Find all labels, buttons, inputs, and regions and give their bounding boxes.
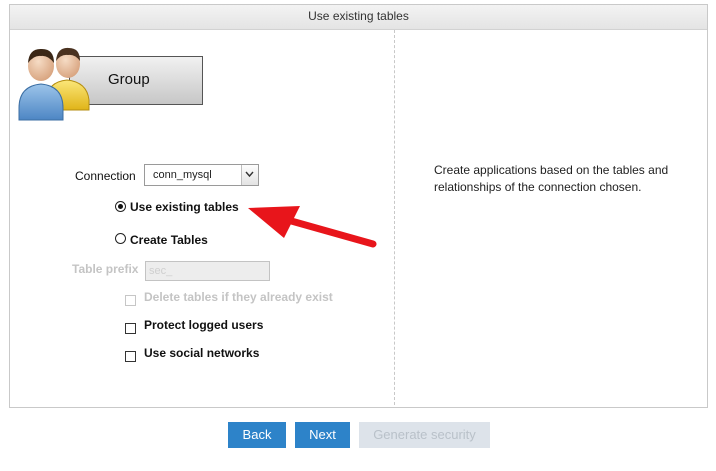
create-tables-label: Create Tables (130, 233, 208, 247)
column-divider (394, 30, 395, 405)
next-button[interactable]: Next (295, 422, 350, 448)
connection-label: Connection (75, 169, 136, 183)
social-networks-checkbox[interactable] (125, 351, 136, 362)
social-networks-label: Use social networks (144, 346, 260, 360)
panel-title: Use existing tables (10, 5, 707, 30)
chevron-down-icon (245, 171, 254, 178)
create-tables-radio[interactable] (115, 233, 126, 244)
table-prefix-label: Table prefix (72, 262, 139, 276)
back-button[interactable]: Back (228, 422, 286, 448)
table-prefix-input[interactable] (145, 261, 270, 281)
protect-logged-users-checkbox[interactable] (125, 323, 136, 334)
delete-tables-checkbox[interactable] (125, 295, 136, 306)
generate-security-button[interactable]: Generate security (359, 422, 490, 448)
users-icon (18, 47, 90, 121)
description-text: Create applications based on the tables … (434, 163, 669, 194)
group-label: Group (108, 71, 150, 88)
annotation-arrow-icon (248, 206, 377, 248)
use-existing-tables-label: Use existing tables (130, 200, 239, 214)
use-existing-tables-radio[interactable] (115, 201, 126, 212)
protect-logged-users-label: Protect logged users (144, 318, 264, 332)
connection-dropdown-button[interactable] (241, 165, 258, 185)
delete-tables-label: Delete tables if they already exist (144, 290, 333, 304)
